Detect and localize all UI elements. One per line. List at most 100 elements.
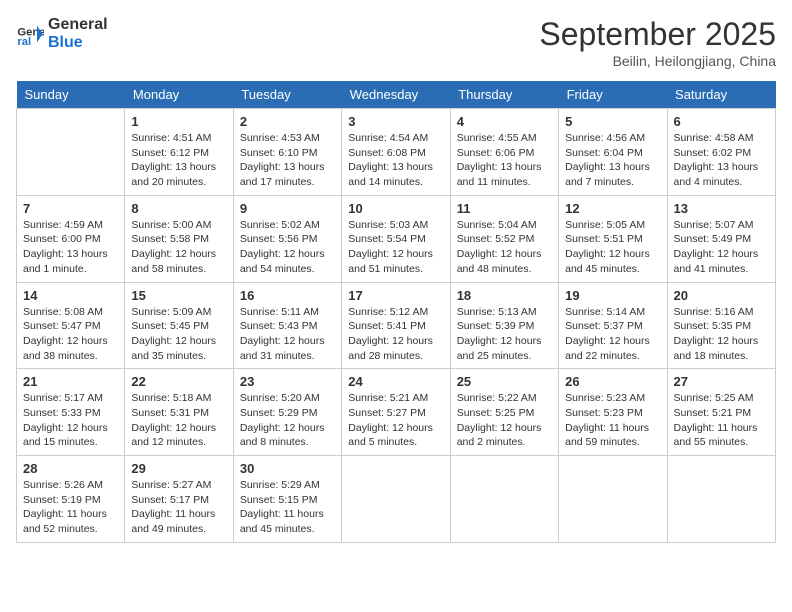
day-number: 27	[674, 374, 769, 389]
calendar-cell: 1Sunrise: 4:51 AM Sunset: 6:12 PM Daylig…	[125, 109, 233, 196]
calendar-week-3: 14Sunrise: 5:08 AM Sunset: 5:47 PM Dayli…	[17, 282, 776, 369]
day-info: Sunrise: 5:00 AM Sunset: 5:58 PM Dayligh…	[131, 218, 226, 277]
day-number: 16	[240, 288, 335, 303]
calendar-week-1: 1Sunrise: 4:51 AM Sunset: 6:12 PM Daylig…	[17, 109, 776, 196]
calendar-table: SundayMondayTuesdayWednesdayThursdayFrid…	[16, 81, 776, 543]
weekday-header-saturday: Saturday	[667, 81, 775, 109]
calendar-week-4: 21 Sunrise: 5:17 AM Sunset: 5:33 PM Dayli…	[17, 369, 776, 456]
calendar-cell: 19Sunrise: 5:14 AM Sunset: 5:37 PM Dayli…	[559, 282, 667, 369]
day-number: 25	[457, 374, 552, 389]
calendar-cell: 11 Sunrise: 5:04 AM Sunset: 5:52 PM Dayli…	[450, 195, 558, 282]
day-number: 24	[348, 374, 443, 389]
day-number: 1	[131, 114, 226, 129]
day-number: 19	[565, 288, 660, 303]
calendar-cell: 13 Sunrise: 5:07 AM Sunset: 5:49 PM Dayli…	[667, 195, 775, 282]
day-info: Sunrise: 5:04 AM Sunset: 5:52 PM Dayligh…	[457, 218, 552, 277]
day-info: Sunrise: 5:27 AM Sunset: 5:17 PM Dayligh…	[131, 478, 226, 537]
day-info: Sunrise: 5:13 AM Sunset: 5:39 PM Dayligh…	[457, 305, 552, 364]
day-info: Sunrise: 5:23 AM Sunset: 5:23 PM Dayligh…	[565, 391, 660, 450]
day-info: Sunrise: 5:16 AM Sunset: 5:35 PM Dayligh…	[674, 305, 769, 364]
day-info: Sunrise: 5:05 AM Sunset: 5:51 PM Dayligh…	[565, 218, 660, 277]
calendar-cell: 3 Sunrise: 4:54 AM Sunset: 6:08 PM Daylig…	[342, 109, 450, 196]
calendar-cell: 2 Sunrise: 4:53 AM Sunset: 6:10 PM Daylig…	[233, 109, 341, 196]
calendar-cell: 15 Sunrise: 5:09 AM Sunset: 5:45 PM Dayli…	[125, 282, 233, 369]
day-info: Sunrise: 4:55 AM Sunset: 6:06 PM Dayligh…	[457, 131, 552, 190]
day-number: 10	[348, 201, 443, 216]
day-info: Sunrise: 4:59 AM Sunset: 6:00 PM Dayligh…	[23, 218, 118, 277]
calendar-cell: 8Sunrise: 5:00 AM Sunset: 5:58 PM Daylig…	[125, 195, 233, 282]
weekday-header-monday: Monday	[125, 81, 233, 109]
calendar-cell: 20 Sunrise: 5:16 AM Sunset: 5:35 PM Dayli…	[667, 282, 775, 369]
day-number: 3	[348, 114, 443, 129]
day-info: Sunrise: 4:53 AM Sunset: 6:10 PM Dayligh…	[240, 131, 335, 190]
calendar-cell: 7 Sunrise: 4:59 AM Sunset: 6:00 PM Daylig…	[17, 195, 125, 282]
calendar-cell: 25 Sunrise: 5:22 AM Sunset: 5:25 PM Dayli…	[450, 369, 558, 456]
day-info: Sunrise: 4:58 AM Sunset: 6:02 PM Dayligh…	[674, 131, 769, 190]
day-info: Sunrise: 5:21 AM Sunset: 5:27 PM Dayligh…	[348, 391, 443, 450]
day-number: 30	[240, 461, 335, 476]
location-subtitle: Beilin, Heilongjiang, China	[539, 53, 776, 69]
day-number: 7	[23, 201, 118, 216]
logo: Gene ral General Blue	[16, 16, 108, 52]
month-title: September 2025	[539, 16, 776, 53]
day-info: Sunrise: 5:29 AM Sunset: 5:15 PM Dayligh…	[240, 478, 335, 537]
day-number: 28	[23, 461, 118, 476]
calendar-cell	[450, 456, 558, 543]
day-number: 20	[674, 288, 769, 303]
day-info: Sunrise: 4:54 AM Sunset: 6:08 PM Dayligh…	[348, 131, 443, 190]
day-number: 18	[457, 288, 552, 303]
day-info: Sunrise: 4:56 AM Sunset: 6:04 PM Dayligh…	[565, 131, 660, 190]
day-number: 22	[131, 374, 226, 389]
calendar-cell: 27Sunrise: 5:25 AM Sunset: 5:21 PM Dayli…	[667, 369, 775, 456]
calendar-cell: 23 Sunrise: 5:20 AM Sunset: 5:29 PM Dayli…	[233, 369, 341, 456]
calendar-cell: 4 Sunrise: 4:55 AM Sunset: 6:06 PM Daylig…	[450, 109, 558, 196]
day-number: 21	[23, 374, 118, 389]
calendar-week-5: 28 Sunrise: 5:26 AM Sunset: 5:19 PM Dayli…	[17, 456, 776, 543]
calendar-header: SundayMondayTuesdayWednesdayThursdayFrid…	[17, 81, 776, 109]
day-info: Sunrise: 5:17 AM Sunset: 5:33 PM Dayligh…	[23, 391, 118, 450]
day-number: 15	[131, 288, 226, 303]
day-number: 11	[457, 201, 552, 216]
calendar-cell: 10Sunrise: 5:03 AM Sunset: 5:54 PM Dayli…	[342, 195, 450, 282]
day-number: 9	[240, 201, 335, 216]
day-info: Sunrise: 5:02 AM Sunset: 5:56 PM Dayligh…	[240, 218, 335, 277]
day-number: 26	[565, 374, 660, 389]
calendar-cell: 29 Sunrise: 5:27 AM Sunset: 5:17 PM Dayli…	[125, 456, 233, 543]
day-number: 13	[674, 201, 769, 216]
day-info: Sunrise: 5:11 AM Sunset: 5:43 PM Dayligh…	[240, 305, 335, 364]
calendar-cell: 12Sunrise: 5:05 AM Sunset: 5:51 PM Dayli…	[559, 195, 667, 282]
weekday-header-wednesday: Wednesday	[342, 81, 450, 109]
calendar-cell: 26 Sunrise: 5:23 AM Sunset: 5:23 PM Dayli…	[559, 369, 667, 456]
day-info: Sunrise: 5:20 AM Sunset: 5:29 PM Dayligh…	[240, 391, 335, 450]
calendar-cell: 24 Sunrise: 5:21 AM Sunset: 5:27 PM Dayli…	[342, 369, 450, 456]
day-info: Sunrise: 5:22 AM Sunset: 5:25 PM Dayligh…	[457, 391, 552, 450]
calendar-cell	[559, 456, 667, 543]
day-number: 23	[240, 374, 335, 389]
day-number: 29	[131, 461, 226, 476]
calendar-cell	[342, 456, 450, 543]
day-info: Sunrise: 5:18 AM Sunset: 5:31 PM Dayligh…	[131, 391, 226, 450]
calendar-cell: 6Sunrise: 4:58 AM Sunset: 6:02 PM Daylig…	[667, 109, 775, 196]
svg-text:ral: ral	[17, 36, 31, 48]
calendar-cell: 14Sunrise: 5:08 AM Sunset: 5:47 PM Dayli…	[17, 282, 125, 369]
calendar-cell	[667, 456, 775, 543]
calendar-cell	[17, 109, 125, 196]
day-info: Sunrise: 5:09 AM Sunset: 5:45 PM Dayligh…	[131, 305, 226, 364]
day-number: 4	[457, 114, 552, 129]
day-info: Sunrise: 5:26 AM Sunset: 5:19 PM Dayligh…	[23, 478, 118, 537]
weekday-header-friday: Friday	[559, 81, 667, 109]
day-number: 5	[565, 114, 660, 129]
weekday-header-thursday: Thursday	[450, 81, 558, 109]
page-header: Gene ral General Blue September 2025 Bei…	[16, 16, 776, 69]
day-number: 17	[348, 288, 443, 303]
calendar-cell: 21 Sunrise: 5:17 AM Sunset: 5:33 PM Dayli…	[17, 369, 125, 456]
calendar-cell: 18 Sunrise: 5:13 AM Sunset: 5:39 PM Dayli…	[450, 282, 558, 369]
weekday-header-tuesday: Tuesday	[233, 81, 341, 109]
calendar-cell: 22 Sunrise: 5:18 AM Sunset: 5:31 PM Dayli…	[125, 369, 233, 456]
calendar-cell: 16 Sunrise: 5:11 AM Sunset: 5:43 PM Dayli…	[233, 282, 341, 369]
day-number: 2	[240, 114, 335, 129]
day-info: Sunrise: 5:07 AM Sunset: 5:49 PM Dayligh…	[674, 218, 769, 277]
day-info: Sunrise: 5:08 AM Sunset: 5:47 PM Dayligh…	[23, 305, 118, 364]
calendar-week-2: 7 Sunrise: 4:59 AM Sunset: 6:00 PM Daylig…	[17, 195, 776, 282]
calendar-cell: 17Sunrise: 5:12 AM Sunset: 5:41 PM Dayli…	[342, 282, 450, 369]
